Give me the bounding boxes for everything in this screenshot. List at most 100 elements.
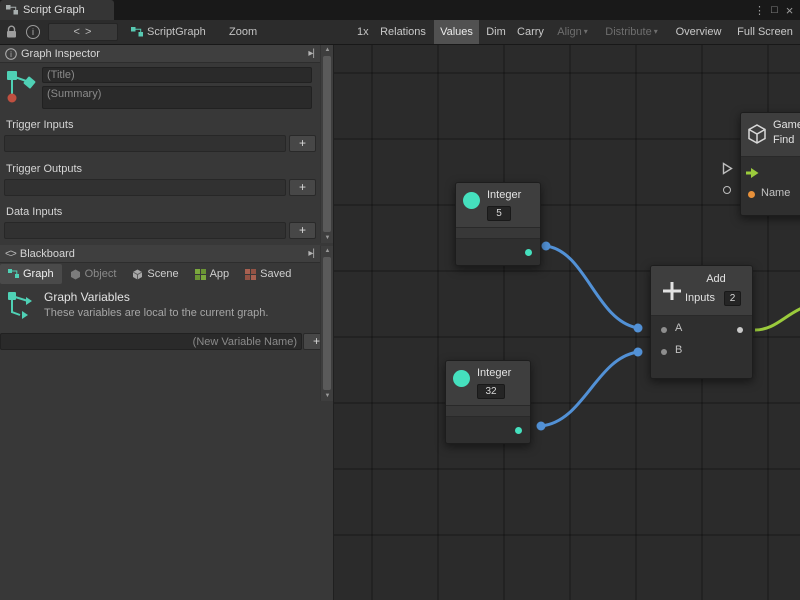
wire-int32-to-b [541,352,638,426]
inputs-count-field[interactable]: 2 [724,291,741,306]
scene-icon [132,269,143,280]
relations-button[interactable]: Relations [374,20,432,44]
scroll-down-icon[interactable]: ▼ [321,233,334,243]
cube-icon [70,269,81,280]
expand-icon[interactable]: ▸| [308,48,314,59]
name-input-port[interactable] [748,191,755,198]
control-input-port[interactable] [722,162,733,175]
new-variable-input[interactable] [0,333,302,350]
code-view-button[interactable]: < > [48,23,118,41]
scrollbar-thumb[interactable] [323,56,331,232]
graph-variables-subtitle: These variables are local to the current… [44,307,268,319]
blackboard-icon: <> [5,248,16,260]
fullscreen-button[interactable]: Full Screen [730,20,800,44]
input-port-a[interactable] [661,327,667,333]
side-panel: i Graph Inspector ▸| Trigger Inputs + Tr… [0,45,334,600]
input-port-b[interactable] [661,349,667,355]
tab-scene[interactable]: Scene [124,264,186,284]
carry-button[interactable]: Carry [512,20,549,44]
info-icon: i [5,48,17,60]
zoom-value: 1x [357,26,369,38]
graph-inspector-title: Graph Inspector [21,48,100,60]
menu-icon[interactable]: ⋮ [752,4,767,17]
port-label-b: B [675,344,682,356]
tab-app[interactable]: App [187,264,238,284]
inputs-label: Inputs [685,292,715,304]
overview-button[interactable]: Overview [668,20,729,44]
distribute-button[interactable]: Distribute▾ [596,20,667,44]
blackboard-header: <> Blackboard ▸| [0,245,320,263]
window-titlebar: Script Graph ⋮ □ × [0,0,800,20]
value-input-port[interactable] [723,186,731,194]
script-graph-icon [6,5,18,15]
maximize-icon[interactable]: □ [767,4,782,16]
zoom-label: Zoom [229,26,257,38]
port-label-a: A [675,322,682,334]
wire-endpoint[interactable] [537,422,546,431]
trigger-outputs-list: + [4,179,316,196]
scrollbar-thumb[interactable] [323,257,331,390]
chevron-down-icon: ▾ [584,27,588,36]
tab-object[interactable]: Object [62,264,125,284]
integer-type-icon [463,192,480,209]
window-tab[interactable]: Script Graph [0,0,114,20]
node-title: Integer [487,189,521,201]
script-graph-icon [131,27,143,37]
node-gameobject-find[interactable]: Game Object Find Name [740,112,800,216]
expand-icon[interactable]: ▸| [308,248,314,259]
saved-icon [245,269,256,280]
wire-endpoint[interactable] [634,348,643,357]
values-button[interactable]: Values [434,20,479,44]
align-button[interactable]: Align▾ [550,20,595,44]
empty-list-box [4,135,286,152]
add-trigger-input-button[interactable]: + [289,135,316,152]
control-output-arrow-icon[interactable] [746,167,760,179]
output-port[interactable] [737,327,743,333]
node-title-line2: Find [773,134,800,146]
dim-button[interactable]: Dim [481,20,511,44]
graph-title-input[interactable] [42,67,312,83]
blackboard-title: Blackboard [20,248,75,260]
section-label-data-inputs: Data Inputs [6,206,62,218]
lock-icon[interactable] [5,25,18,39]
node-add[interactable]: Add Inputs 2 A B [650,265,753,379]
inspector-scrollbar[interactable]: ▲ ▼ [320,45,333,243]
graph-variables-title: Graph Variables [44,290,130,304]
node-title: Integer [477,367,511,379]
empty-list-box [4,179,286,196]
graph-summary-input[interactable] [42,86,312,109]
info-icon[interactable]: i [26,25,40,39]
tab-saved[interactable]: Saved [237,264,299,284]
chevron-down-icon: ▾ [654,27,658,36]
add-icon [661,280,683,302]
cube-icon [746,123,768,145]
integer-type-icon [453,370,470,387]
scroll-up-icon[interactable]: ▲ [321,45,334,55]
close-icon[interactable]: × [782,3,797,18]
empty-list-box [4,222,286,239]
wire-add-output [755,308,800,330]
output-port[interactable] [525,249,532,256]
new-variable-row: + [0,333,332,350]
scroll-down-icon[interactable]: ▼ [321,391,334,401]
section-label-trigger-outputs: Trigger Outputs [6,163,82,175]
graph-canvas[interactable]: Integer 5 Integer 32 Add Inputs 2 A [334,45,800,600]
scroll-up-icon[interactable]: ▲ [321,246,334,256]
add-trigger-output-button[interactable]: + [289,179,316,196]
integer-value-field[interactable]: 5 [487,206,511,221]
tab-graph[interactable]: Graph [0,264,62,284]
node-integer-5[interactable]: Integer 5 [455,182,541,266]
node-integer-32[interactable]: Integer 32 [445,360,531,444]
wire-endpoint[interactable] [634,324,643,333]
add-data-input-button[interactable]: + [289,222,316,239]
graph-tab-icon [8,269,19,279]
output-port[interactable] [515,427,522,434]
blackboard-scrollbar[interactable]: ▲ ▼ [320,246,333,401]
port-label-name: Name [761,187,790,199]
wire-endpoint[interactable] [542,242,551,251]
app-icon [195,269,206,280]
section-label-trigger-inputs: Trigger Inputs [6,119,73,131]
graph-name-label: ScriptGraph [147,26,206,38]
integer-value-field[interactable]: 32 [477,384,505,399]
node-title: Add [685,273,747,285]
